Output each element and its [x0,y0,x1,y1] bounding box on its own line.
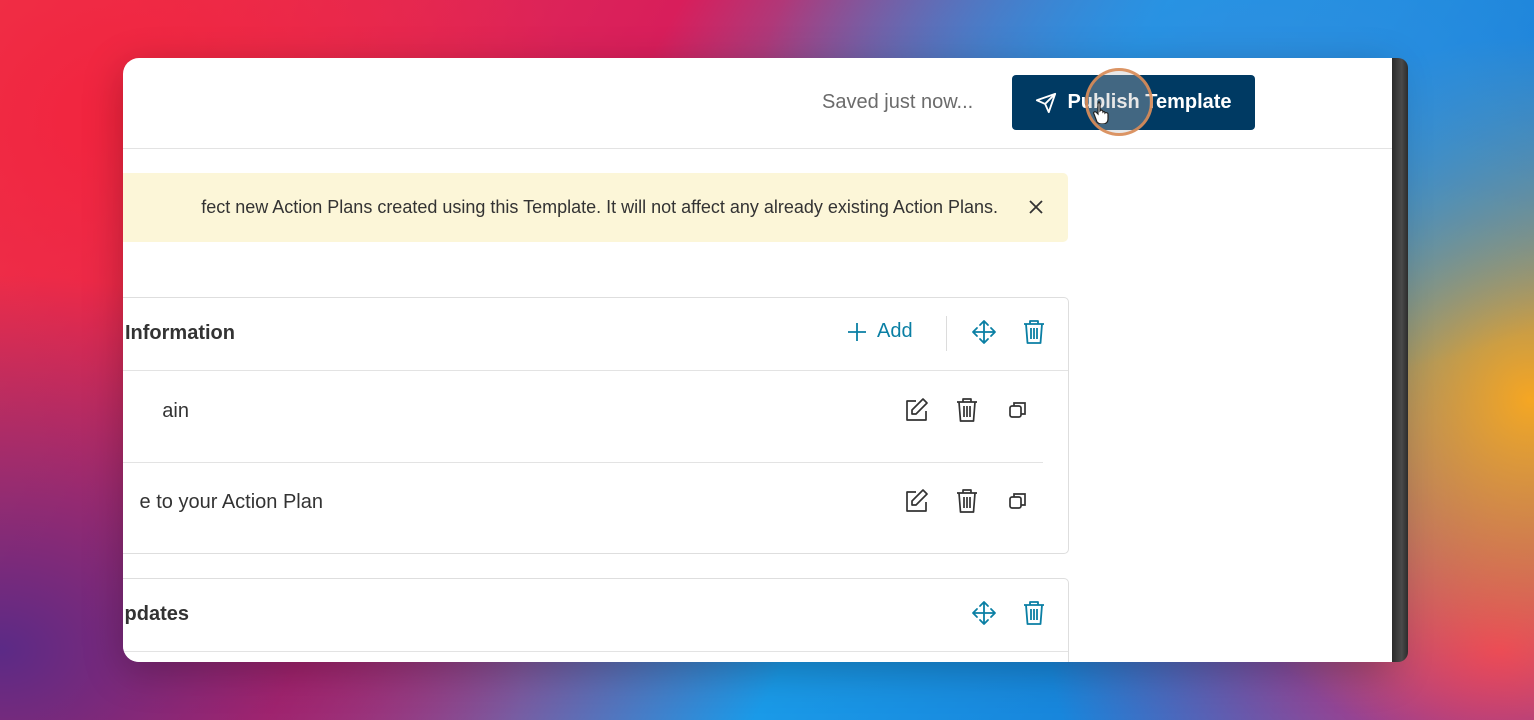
list-item[interactable]: e to your Action Plan [123,462,1068,553]
move-icon[interactable] [971,600,997,626]
section-title: Information [125,322,235,344]
info-banner: fect new Action Plans created using this… [123,173,1068,242]
trash-icon[interactable] [1021,319,1047,345]
close-icon[interactable] [1026,197,1046,217]
trash-icon[interactable] [954,488,980,514]
window-edge [1392,58,1408,662]
template-editor-window: Saved just now... Publish Template fect … [123,58,1392,662]
send-icon [1036,92,1057,113]
banner-text: fect new Action Plans created using this… [201,197,998,217]
section-card-updates: pdates [123,578,1069,662]
divider [946,316,947,351]
item-label: e to your Action Plan [139,491,323,513]
item-label: ain [162,400,189,422]
trash-icon[interactable] [1021,600,1047,626]
copy-icon[interactable] [1005,397,1031,423]
section-card-information: Information Add ain e to your Action Pla… [123,297,1069,554]
hand-cursor-icon [1093,101,1109,124]
section-header: Information Add [123,298,1068,371]
save-status: Saved just now... [822,91,974,113]
add-label: Add [877,320,913,342]
top-bar: Saved just now... Publish Template [123,58,1392,149]
plus-icon [848,322,866,341]
edit-icon[interactable] [903,397,929,423]
list-item[interactable]: ain [123,371,1068,463]
trash-icon[interactable] [954,397,980,423]
section-header: pdates [123,579,1068,652]
add-button[interactable]: Add [847,320,913,343]
edit-icon[interactable] [903,488,929,514]
section-title: pdates [124,603,189,625]
copy-icon[interactable] [1005,488,1031,514]
move-icon[interactable] [971,319,997,345]
